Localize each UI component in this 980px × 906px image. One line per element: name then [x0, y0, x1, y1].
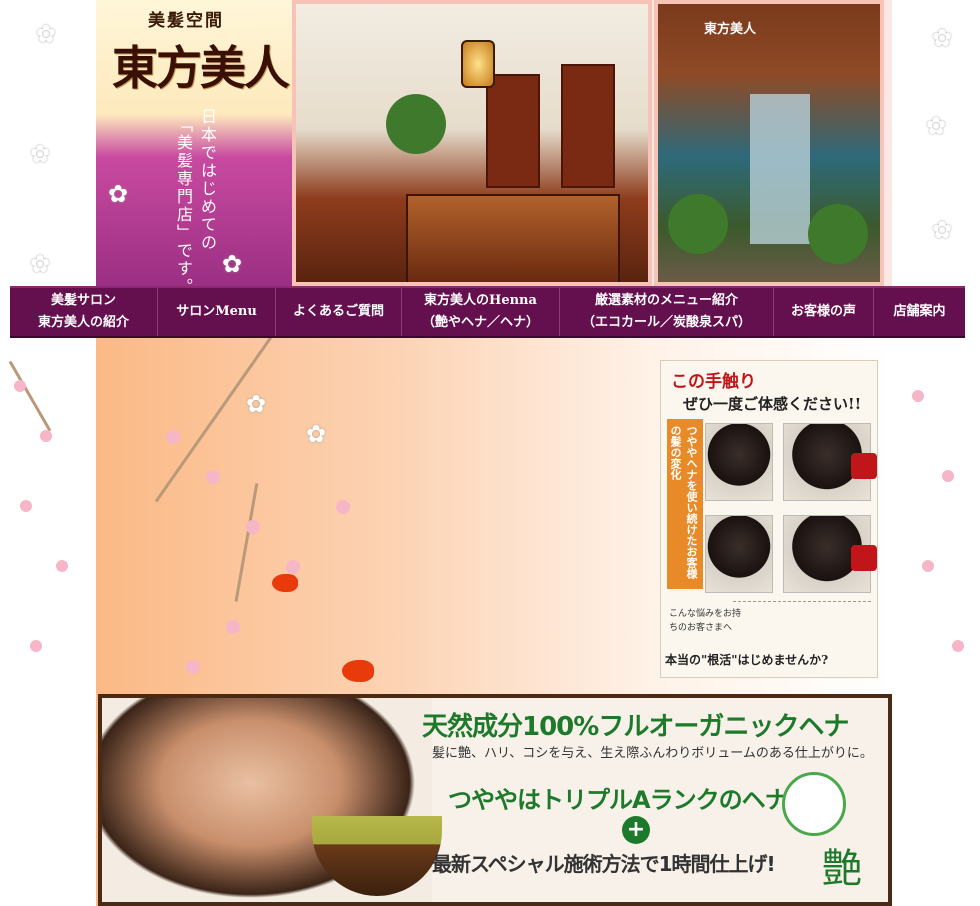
- nav-item-store-info[interactable]: 店舗案内: [874, 288, 965, 336]
- blossom: [20, 500, 32, 512]
- butterfly-icon: ✿: [932, 24, 953, 52]
- flyer-title: この手触り: [671, 372, 756, 392]
- after-badge: [851, 453, 877, 479]
- butterfly-icon: ✿: [306, 420, 327, 448]
- right-decoration: ✿ ✿ ✿: [892, 0, 980, 906]
- nav-item-materials-menu[interactable]: 厳選素材のメニュー紹介 （エコカール／炭酸泉スパ）: [560, 288, 774, 336]
- left-decoration: ✿ ✿ ✿: [0, 0, 96, 906]
- flyer-subtitle: ぜひ一度ご体感ください!!: [683, 395, 862, 413]
- banner-description: 髪に艶、ハリ、コシを与え、生え際ふんわりボリュームのある仕上がりに。: [432, 746, 873, 761]
- blossom-branch: [8, 360, 52, 432]
- nav-label-line1: よくあるご質問: [292, 304, 384, 319]
- before-hair-photo: [705, 515, 773, 593]
- blossom: [30, 640, 42, 652]
- butterfly-icon: ✿: [926, 112, 947, 140]
- blossom: [942, 470, 954, 482]
- certification-seal-icon: [782, 772, 846, 836]
- storefront-sign: 東方美人: [704, 22, 757, 37]
- goldfish-icon: [342, 660, 374, 682]
- plus-icon: +: [622, 816, 650, 844]
- blossom: [56, 560, 68, 572]
- main-navigation: 美髪サロン 東方美人の紹介 サロンMenu よくあるご質問 東方美人のHenna…: [10, 286, 965, 338]
- nav-label-line1: 美髪サロン: [50, 293, 116, 308]
- banner-title: 天然成分100%フルオーガニックヘナ: [422, 712, 849, 742]
- blossom: [952, 640, 964, 652]
- blossom: [166, 430, 180, 444]
- nav-item-salon-menu[interactable]: サロンMenu: [158, 288, 276, 336]
- site-logo[interactable]: 東方美人: [112, 32, 290, 98]
- blossom: [40, 430, 52, 442]
- glass-door: [750, 94, 810, 244]
- butterfly-icon: ✿: [246, 390, 267, 418]
- nav-item-salon-intro[interactable]: 美髪サロン 東方美人の紹介: [10, 288, 158, 336]
- butterfly-icon: ✿: [36, 20, 57, 48]
- butterfly-icon: ✿: [932, 216, 953, 244]
- butterfly-icon: ✿: [222, 250, 243, 278]
- blossom: [286, 560, 300, 574]
- tagline-line1: 日本ではじめての: [198, 108, 217, 252]
- tsuyaya-logo: 艶: [822, 846, 862, 892]
- banner-rank-text: つややはトリプルAランクのヘナ: [448, 786, 789, 814]
- nav-item-henna[interactable]: 東方美人のHenna （艶やヘナ／ヘナ）: [402, 288, 560, 336]
- blossom: [14, 380, 26, 392]
- butterfly-icon: ✿: [30, 250, 51, 278]
- goldfish-icon: [272, 574, 298, 592]
- tagline-line2: 「美髪専門店」です。: [174, 116, 193, 296]
- nav-label-line1: 店舗案内: [893, 304, 946, 319]
- blossom: [226, 620, 240, 634]
- nav-label-line1: サロンMenu: [176, 304, 257, 319]
- reception-counter: [406, 194, 620, 282]
- nav-label-line2: （エコカール／炭酸泉スパ）: [581, 315, 751, 330]
- after-badge: [851, 545, 877, 571]
- door: [561, 64, 615, 188]
- butterfly-icon: ✿: [30, 140, 51, 168]
- blossom-branch: [234, 483, 259, 602]
- butterfly-icon: ✿: [108, 180, 129, 208]
- nav-label-line2: （艶やヘナ／ヘナ）: [421, 315, 539, 330]
- before-hair-photo: [705, 423, 773, 501]
- storefront-photo: 東方美人: [654, 0, 884, 286]
- door: [486, 74, 540, 188]
- plant: [808, 204, 868, 264]
- nav-label-line1: 東方美人のHenna: [424, 293, 537, 308]
- blossom: [922, 560, 934, 572]
- flyer-vertical-caption: つややヘナを使い続けたお客様の髪の変化: [667, 419, 703, 589]
- promo-flyer[interactable]: この手触り ぜひ一度ご体感ください!! つややヘナを使い続けたお客様の髪の変化 …: [660, 360, 878, 678]
- blossom: [186, 660, 200, 674]
- blossom: [336, 500, 350, 514]
- blossom: [912, 390, 924, 402]
- nav-label-line1: お客様の声: [790, 304, 856, 319]
- flyer-worry-label: こんな悩みをお持ちのお客さまへ: [669, 609, 742, 633]
- flyer-footer: 本当の"根活"はじめませんか?: [665, 653, 829, 667]
- logo-subtitle: 美髪空間: [148, 11, 224, 31]
- flyer-checklist: [733, 601, 871, 638]
- henna-banner[interactable]: 天然成分100%フルオーガニックヘナ 髪に艶、ハリ、コシを与え、生え際ふんわりボ…: [98, 694, 892, 906]
- salon-interior-photo: [292, 0, 652, 286]
- blossom: [246, 520, 260, 534]
- nav-label-line1: 厳選素材のメニュー紹介: [594, 293, 738, 308]
- nav-item-testimonials[interactable]: お客様の声: [774, 288, 874, 336]
- lamp: [461, 40, 495, 88]
- banner-method-text: 最新スペシャル施術方法で1時間仕上げ!: [432, 852, 776, 876]
- blossom: [206, 470, 220, 484]
- nav-item-faq[interactable]: よくあるご質問: [276, 288, 402, 336]
- nav-label-line2: 東方美人の紹介: [37, 315, 129, 330]
- plant: [386, 94, 446, 154]
- plant: [668, 194, 728, 254]
